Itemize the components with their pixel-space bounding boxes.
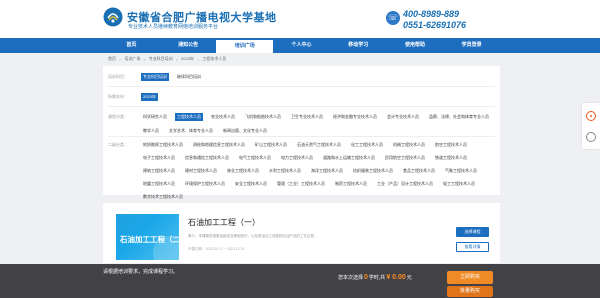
subcategory-item[interactable]: 道路和水上运输工程技术人员: [321, 154, 377, 162]
nav-mobile-learning[interactable]: 移动学习: [330, 38, 387, 53]
training-hint: 请根据培训要求，完成课程学习。: [103, 269, 179, 275]
nav-training-square[interactable]: 培训广场: [216, 38, 274, 53]
subcategory-item[interactable]: 电气工程技术人员: [237, 154, 273, 162]
filter-continuing-training[interactable]: 继续科目培训: [175, 73, 203, 81]
nav-notices[interactable]: 通知公告: [160, 38, 217, 53]
phone-icon: ☏: [386, 11, 400, 25]
category-item[interactable]: 科学研究人员: [141, 113, 169, 121]
course-thumbnail[interactable]: 石油加工工程（二）: [116, 214, 179, 260]
training-subject-label: 培训科目：: [108, 74, 128, 79]
batch-buy-button[interactable]: 批量购买: [447, 286, 493, 297]
buy-now-button[interactable]: 立即购买: [447, 271, 493, 284]
hotline-phone: 400-8989-889: [403, 9, 460, 19]
breadcrumb-professional[interactable]: 专业科目培训: [149, 56, 173, 62]
subcategory-item[interactable]: 建筑工程技术人员: [141, 167, 177, 175]
price-unit: 元: [406, 275, 412, 281]
breadcrumb-separator: >: [143, 56, 146, 62]
subcategory-item[interactable]: 化工工程技术人员: [349, 141, 385, 149]
subcategory-item[interactable]: 环境保护工程技术人员: [183, 180, 227, 188]
course-intro: 简介：本课程讲授原油组成及基础知识，以及原油加工成各种石油产品的工艺过程...: [188, 234, 317, 238]
subcategory-item[interactable]: 安全工程技术人员: [233, 180, 269, 188]
total-price: ¥ 0.00: [386, 274, 406, 281]
subcategory-item[interactable]: 建材工程技术人员: [183, 167, 219, 175]
filter-year-2023[interactable]: 2023年: [141, 93, 158, 101]
subcategory-item[interactable]: 石油天然气工程技术人员: [295, 141, 343, 149]
category-item[interactable]: 工程技术人员: [175, 113, 203, 121]
thumbnail-title: 石油加工工程（二）: [120, 235, 179, 244]
subcategory-item[interactable]: 机械工程技术人员: [391, 141, 427, 149]
choose-course-button[interactable]: 选择课程: [456, 227, 489, 237]
selection-summary: 您本次选择 0 学时,共 ¥ 0.00 元: [338, 274, 412, 281]
subcategory-item[interactable]: 测绘和地理信息工程技术人员: [191, 141, 247, 149]
subcategory-item[interactable]: 铁道工程技术人员: [433, 154, 469, 162]
filter-professional-training[interactable]: 专业科目培训: [141, 73, 169, 81]
nav-student-login[interactable]: 学员登录: [443, 38, 500, 53]
subcategory-item[interactable]: 信息和通信工程技术人员: [183, 154, 231, 162]
subcategory-item[interactable]: 矿山工程技术人员: [253, 141, 289, 149]
subcategory-item[interactable]: 工业（产品）设计工程技术人员: [375, 180, 435, 188]
nav-help[interactable]: 使用帮助: [387, 38, 444, 53]
subcategory-item[interactable]: 电力工程技术人员: [279, 154, 315, 162]
subcategory-item[interactable]: 民用航空工程技术人员: [383, 154, 427, 162]
subcategory-item[interactable]: 纺织服装工程技术人员: [351, 167, 395, 175]
nav-home[interactable]: 首页: [103, 38, 160, 53]
category-item[interactable]: 农业技术人员: [209, 113, 237, 121]
customer-service-icon[interactable]: [586, 111, 596, 121]
subcategory-item[interactable]: 制药工程技术人员: [333, 180, 369, 188]
course-card: 石油加工工程（二） 石油加工工程（一） 简介：本课程讲授原油组成及基础知识，以及…: [103, 203, 500, 263]
category-item[interactable]: 监察、法律、社会和体育专业人员: [427, 113, 491, 121]
breadcrumb-separator: >: [196, 56, 200, 62]
office-phone: 0551-62691076: [403, 20, 467, 30]
selected-hours: 0: [364, 274, 368, 281]
nav-personal-center[interactable]: 个人中心: [273, 38, 330, 53]
course-filter-panel: 培训科目： 专业科目培训 继续科目培训 所属年份： 2023年 课程分类： 科学…: [103, 66, 500, 199]
breadcrumb-training[interactable]: 培训广场: [124, 56, 140, 62]
floating-toolbar: [582, 103, 600, 149]
subcategory-item[interactable]: 数字技术工程技术人员: [141, 193, 185, 201]
breadcrumb-year[interactable]: 2023年: [181, 56, 194, 62]
subcategory-item[interactable]: 海洋工程技术人员: [309, 167, 345, 175]
subcategory-item[interactable]: 电子工程技术人员: [141, 154, 177, 162]
divider: [108, 86, 495, 87]
subcategory-item[interactable]: 气象工程技术人员: [443, 167, 479, 175]
category-label: 课程分类：: [108, 114, 128, 119]
subcategory-item[interactable]: 水利工程技术人员: [267, 167, 303, 175]
subcategory-item[interactable]: 食品工程技术人员: [401, 167, 437, 175]
school-logo-icon: [103, 7, 123, 27]
divider: [108, 106, 495, 107]
subcategory-item[interactable]: 轻工工程技术人员: [441, 180, 477, 188]
divider: [108, 136, 495, 137]
site-subtitle: 专业技术人员继续教育网络培训服务平台: [128, 24, 219, 30]
category-item[interactable]: 卫生专业技术人员: [289, 113, 325, 121]
course-date: 开课日期：2023.04.17 ~ 2023.12.31: [188, 247, 245, 251]
breadcrumb-home[interactable]: 首页: [108, 56, 116, 62]
breadcrumb-separator: >: [175, 56, 179, 62]
category-item[interactable]: 新闻出版、文化专业人员: [221, 127, 269, 135]
subcategory-item[interactable]: 地质勘探工程技术人员: [141, 141, 185, 149]
subcategory-item[interactable]: 航空工程技术人员: [433, 141, 469, 149]
breadcrumb-current: 工程技术人员: [202, 56, 227, 61]
subcategory-item[interactable]: 地震工程技术人员: [141, 180, 177, 188]
feedback-icon[interactable]: [586, 132, 596, 142]
year-label: 所属年份：: [108, 94, 128, 99]
breadcrumb: 首页 > 培训广场 > 专业科目培训 > 2023年 > 工程技术人员: [108, 56, 226, 62]
summary-prefix: 您本次选择: [338, 275, 364, 281]
breadcrumb-separator: >: [119, 56, 122, 62]
site-header: 安徽省合肥广播电视大学基地 专业技术人员继续教育网络培训服务平台 ☏ 400-8…: [0, 0, 600, 38]
course-title[interactable]: 石油加工工程（一）: [188, 217, 260, 228]
view-detail-button[interactable]: 查看详情: [456, 242, 489, 252]
category-item[interactable]: 会计专业技术人员: [385, 113, 421, 121]
category-item[interactable]: 经济和金融专业技术人员: [331, 113, 379, 121]
hours-unit: 学时,共: [368, 275, 386, 281]
main-nav: 首页 通知公告 培训广场 个人中心 移动学习 使用帮助 学员登录: [0, 38, 600, 53]
category-item[interactable]: 教学人员: [141, 127, 161, 135]
category-item[interactable]: 文学艺术、体育专业人员: [167, 127, 215, 135]
category-item[interactable]: 飞机和船舶技术人员: [243, 113, 283, 121]
purchase-bar: 请根据培训要求，完成课程学习。 您本次选择 0 学时,共 ¥ 0.00 元 立即…: [0, 264, 600, 298]
subcategory-item[interactable]: 管理（工业）工程技术人员: [275, 180, 327, 188]
subcategory-item[interactable]: 林业工程技术人员: [225, 167, 261, 175]
subcategory-label: 二级分类：: [108, 142, 128, 147]
